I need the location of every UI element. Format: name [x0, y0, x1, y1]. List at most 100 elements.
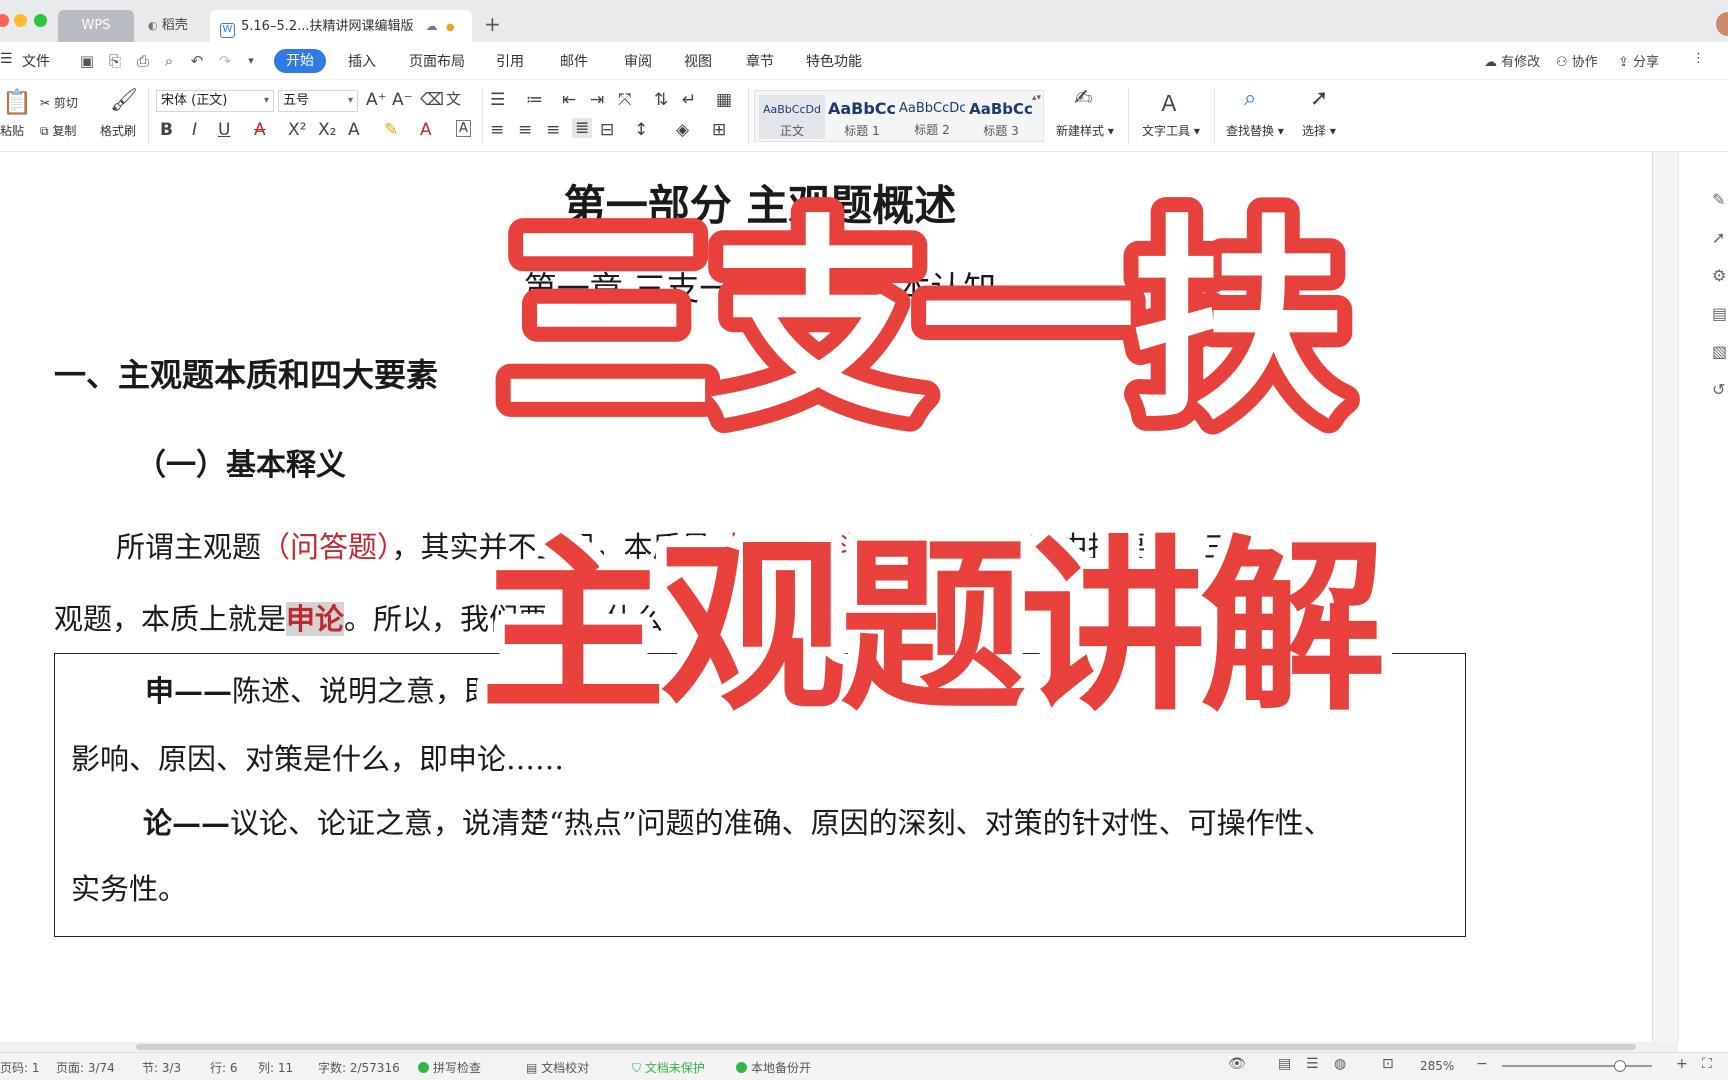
- backup-button[interactable]: 本地备份开: [736, 1059, 811, 1076]
- align-left-icon[interactable]: ≡: [490, 120, 504, 140]
- tab-document[interactable]: W 5.16–5.2...扶精讲网课编辑版 ☁ ●: [210, 10, 472, 42]
- hamburger-icon[interactable]: ☰: [0, 51, 13, 67]
- menu-references[interactable]: 引用: [496, 51, 524, 71]
- share-button[interactable]: ⇪ 分享: [1618, 51, 1659, 70]
- align-center-icon[interactable]: ≡: [518, 120, 532, 140]
- eye-icon[interactable]: 👁: [1228, 1056, 1246, 1072]
- table-icon[interactable]: ▦: [716, 90, 732, 110]
- paste-icon[interactable]: 📋: [2, 88, 32, 116]
- clear-format-icon[interactable]: ⌫: [420, 90, 444, 110]
- menu-special-features[interactable]: 特色功能: [806, 51, 862, 71]
- highlight-icon[interactable]: ✎: [384, 120, 398, 140]
- document-canvas[interactable]: 第一部分 主观题概述 第一章 三支一扶主观题基本认知 一、主观题本质和四大要素 …: [0, 152, 1652, 1042]
- collab-button[interactable]: ⚇ 协作: [1556, 51, 1598, 70]
- phonetic-guide-icon[interactable]: 文: [446, 88, 461, 109]
- zoom-slider-handle[interactable]: [1614, 1060, 1626, 1072]
- export-icon[interactable]: ⎘: [106, 52, 124, 70]
- shrink-font-icon[interactable]: A⁻: [392, 90, 413, 110]
- outline-view-icon[interactable]: ☰: [1306, 1056, 1319, 1072]
- web-view-icon[interactable]: ◍: [1334, 1056, 1346, 1072]
- menu-page-layout[interactable]: 页面布局: [409, 51, 465, 71]
- image-icon[interactable]: ▧: [1712, 342, 1727, 361]
- copy-button[interactable]: ⧉ 复制: [40, 122, 76, 139]
- fullscreen-icon[interactable]: ⛶: [1702, 1056, 1712, 1072]
- print-preview-icon[interactable]: ⌕: [160, 52, 178, 70]
- italic-icon[interactable]: I: [192, 120, 197, 140]
- new-style-button[interactable]: 新建样式 ▾: [1056, 122, 1114, 139]
- new-style-icon[interactable]: ✍: [1074, 86, 1092, 111]
- status-page[interactable]: 页面: 3/74: [56, 1059, 115, 1076]
- text-tools-button[interactable]: 文字工具 ▾: [1142, 122, 1200, 139]
- char-border-icon[interactable]: A: [456, 120, 471, 137]
- chinese-layout-icon[interactable]: ⤧: [618, 90, 632, 110]
- avatar[interactable]: [1716, 12, 1728, 36]
- superscript-icon[interactable]: X²: [288, 120, 306, 140]
- underline-icon[interactable]: U: [218, 120, 230, 140]
- subscript-icon[interactable]: X₂: [318, 120, 336, 140]
- selected-text[interactable]: 申论: [286, 602, 345, 636]
- close-window-button[interactable]: [0, 14, 9, 27]
- menu-review[interactable]: 审阅: [624, 51, 652, 71]
- strikethrough-icon[interactable]: A: [254, 120, 266, 140]
- menu-chapter[interactable]: 章节: [746, 51, 774, 71]
- increase-indent-icon[interactable]: ⇥: [590, 90, 604, 110]
- save-icon[interactable]: ▣: [78, 52, 96, 70]
- proofread-button[interactable]: ▤ 文档校对: [526, 1059, 589, 1076]
- menu-file[interactable]: 文件: [22, 51, 50, 71]
- format-painter-icon[interactable]: 🖌: [110, 88, 138, 113]
- cut-button[interactable]: ✂ 剪切: [40, 94, 78, 111]
- pen-icon[interactable]: ✎: [1712, 190, 1725, 209]
- more-icon[interactable]: ⋮: [1692, 51, 1705, 66]
- zoom-in-icon[interactable]: +: [1676, 1056, 1688, 1072]
- new-tab-button[interactable]: +: [484, 12, 501, 36]
- style-normal[interactable]: AaBbCcDd 正文: [759, 95, 825, 139]
- menu-insert[interactable]: 插入: [348, 51, 376, 71]
- style-heading-2[interactable]: AaBbCcDc 标题 2: [899, 95, 965, 139]
- menu-view[interactable]: 视图: [684, 51, 712, 71]
- paste-button[interactable]: 粘贴: [0, 122, 24, 139]
- protect-button[interactable]: ⛉ 文档未保护: [632, 1059, 705, 1076]
- pointer-icon[interactable]: ➚: [1712, 228, 1725, 247]
- spell-check-button[interactable]: 拼写检查: [418, 1059, 481, 1076]
- sort-icon[interactable]: ⇅: [654, 90, 668, 110]
- revise-button[interactable]: ☁ 有修改: [1484, 51, 1540, 70]
- tab-daoke[interactable]: ◐ 稻壳: [140, 10, 206, 42]
- border-icon[interactable]: ⊞: [712, 120, 726, 140]
- zoom-out-icon[interactable]: −: [1476, 1056, 1488, 1072]
- contact-icon[interactable]: ▤: [1712, 304, 1727, 323]
- grow-font-icon[interactable]: A⁺: [366, 90, 387, 110]
- search-icon[interactable]: ⌕: [1244, 86, 1256, 111]
- status-words[interactable]: 字数: 2/57316: [318, 1059, 400, 1076]
- gallery-scroll-icon[interactable]: ▴▾: [1032, 93, 1041, 103]
- format-painter-button[interactable]: 格式刷: [100, 122, 136, 139]
- tab-wps[interactable]: WPS: [58, 10, 134, 42]
- align-right-icon[interactable]: ≡: [546, 120, 560, 140]
- minimize-window-button[interactable]: [14, 14, 27, 27]
- select-button[interactable]: 选择 ▾: [1302, 122, 1336, 139]
- style-heading-3[interactable]: AaBbCc 标题 3: [967, 95, 1035, 139]
- zoom-slider[interactable]: [1502, 1065, 1652, 1067]
- vertical-scrollbar[interactable]: [1652, 152, 1678, 1042]
- zoom-level[interactable]: 285%: [1420, 1059, 1454, 1073]
- text-effect-icon[interactable]: A: [348, 120, 360, 140]
- print-icon[interactable]: ⎙: [134, 52, 152, 70]
- horizontal-scroll-thumb[interactable]: [136, 1044, 1636, 1050]
- fit-page-icon[interactable]: ⊡: [1382, 1056, 1394, 1072]
- numbered-list-icon[interactable]: ≔: [526, 90, 543, 110]
- distributed-icon[interactable]: ⊟: [600, 120, 614, 140]
- bullet-list-icon[interactable]: ☰: [490, 90, 505, 110]
- font-size-select[interactable]: 五号: [278, 90, 358, 112]
- cursor-icon[interactable]: ➚: [1310, 86, 1328, 111]
- justify-icon[interactable]: ≣: [572, 118, 593, 138]
- history-icon[interactable]: ↺: [1712, 380, 1725, 399]
- decrease-indent-icon[interactable]: ⇤: [562, 90, 576, 110]
- menu-mailings[interactable]: 邮件: [560, 51, 588, 71]
- font-color-icon[interactable]: A: [420, 120, 432, 140]
- redo-icon[interactable]: ↷: [216, 52, 234, 70]
- undo-icon[interactable]: ↶: [188, 52, 206, 70]
- font-name-select[interactable]: 宋体 (正文): [156, 90, 274, 112]
- menu-home[interactable]: 开始: [274, 49, 326, 73]
- maximize-window-button[interactable]: [34, 14, 47, 27]
- text-tools-icon[interactable]: Ａ: [1158, 86, 1180, 118]
- line-spacing-icon[interactable]: ↕: [634, 120, 648, 140]
